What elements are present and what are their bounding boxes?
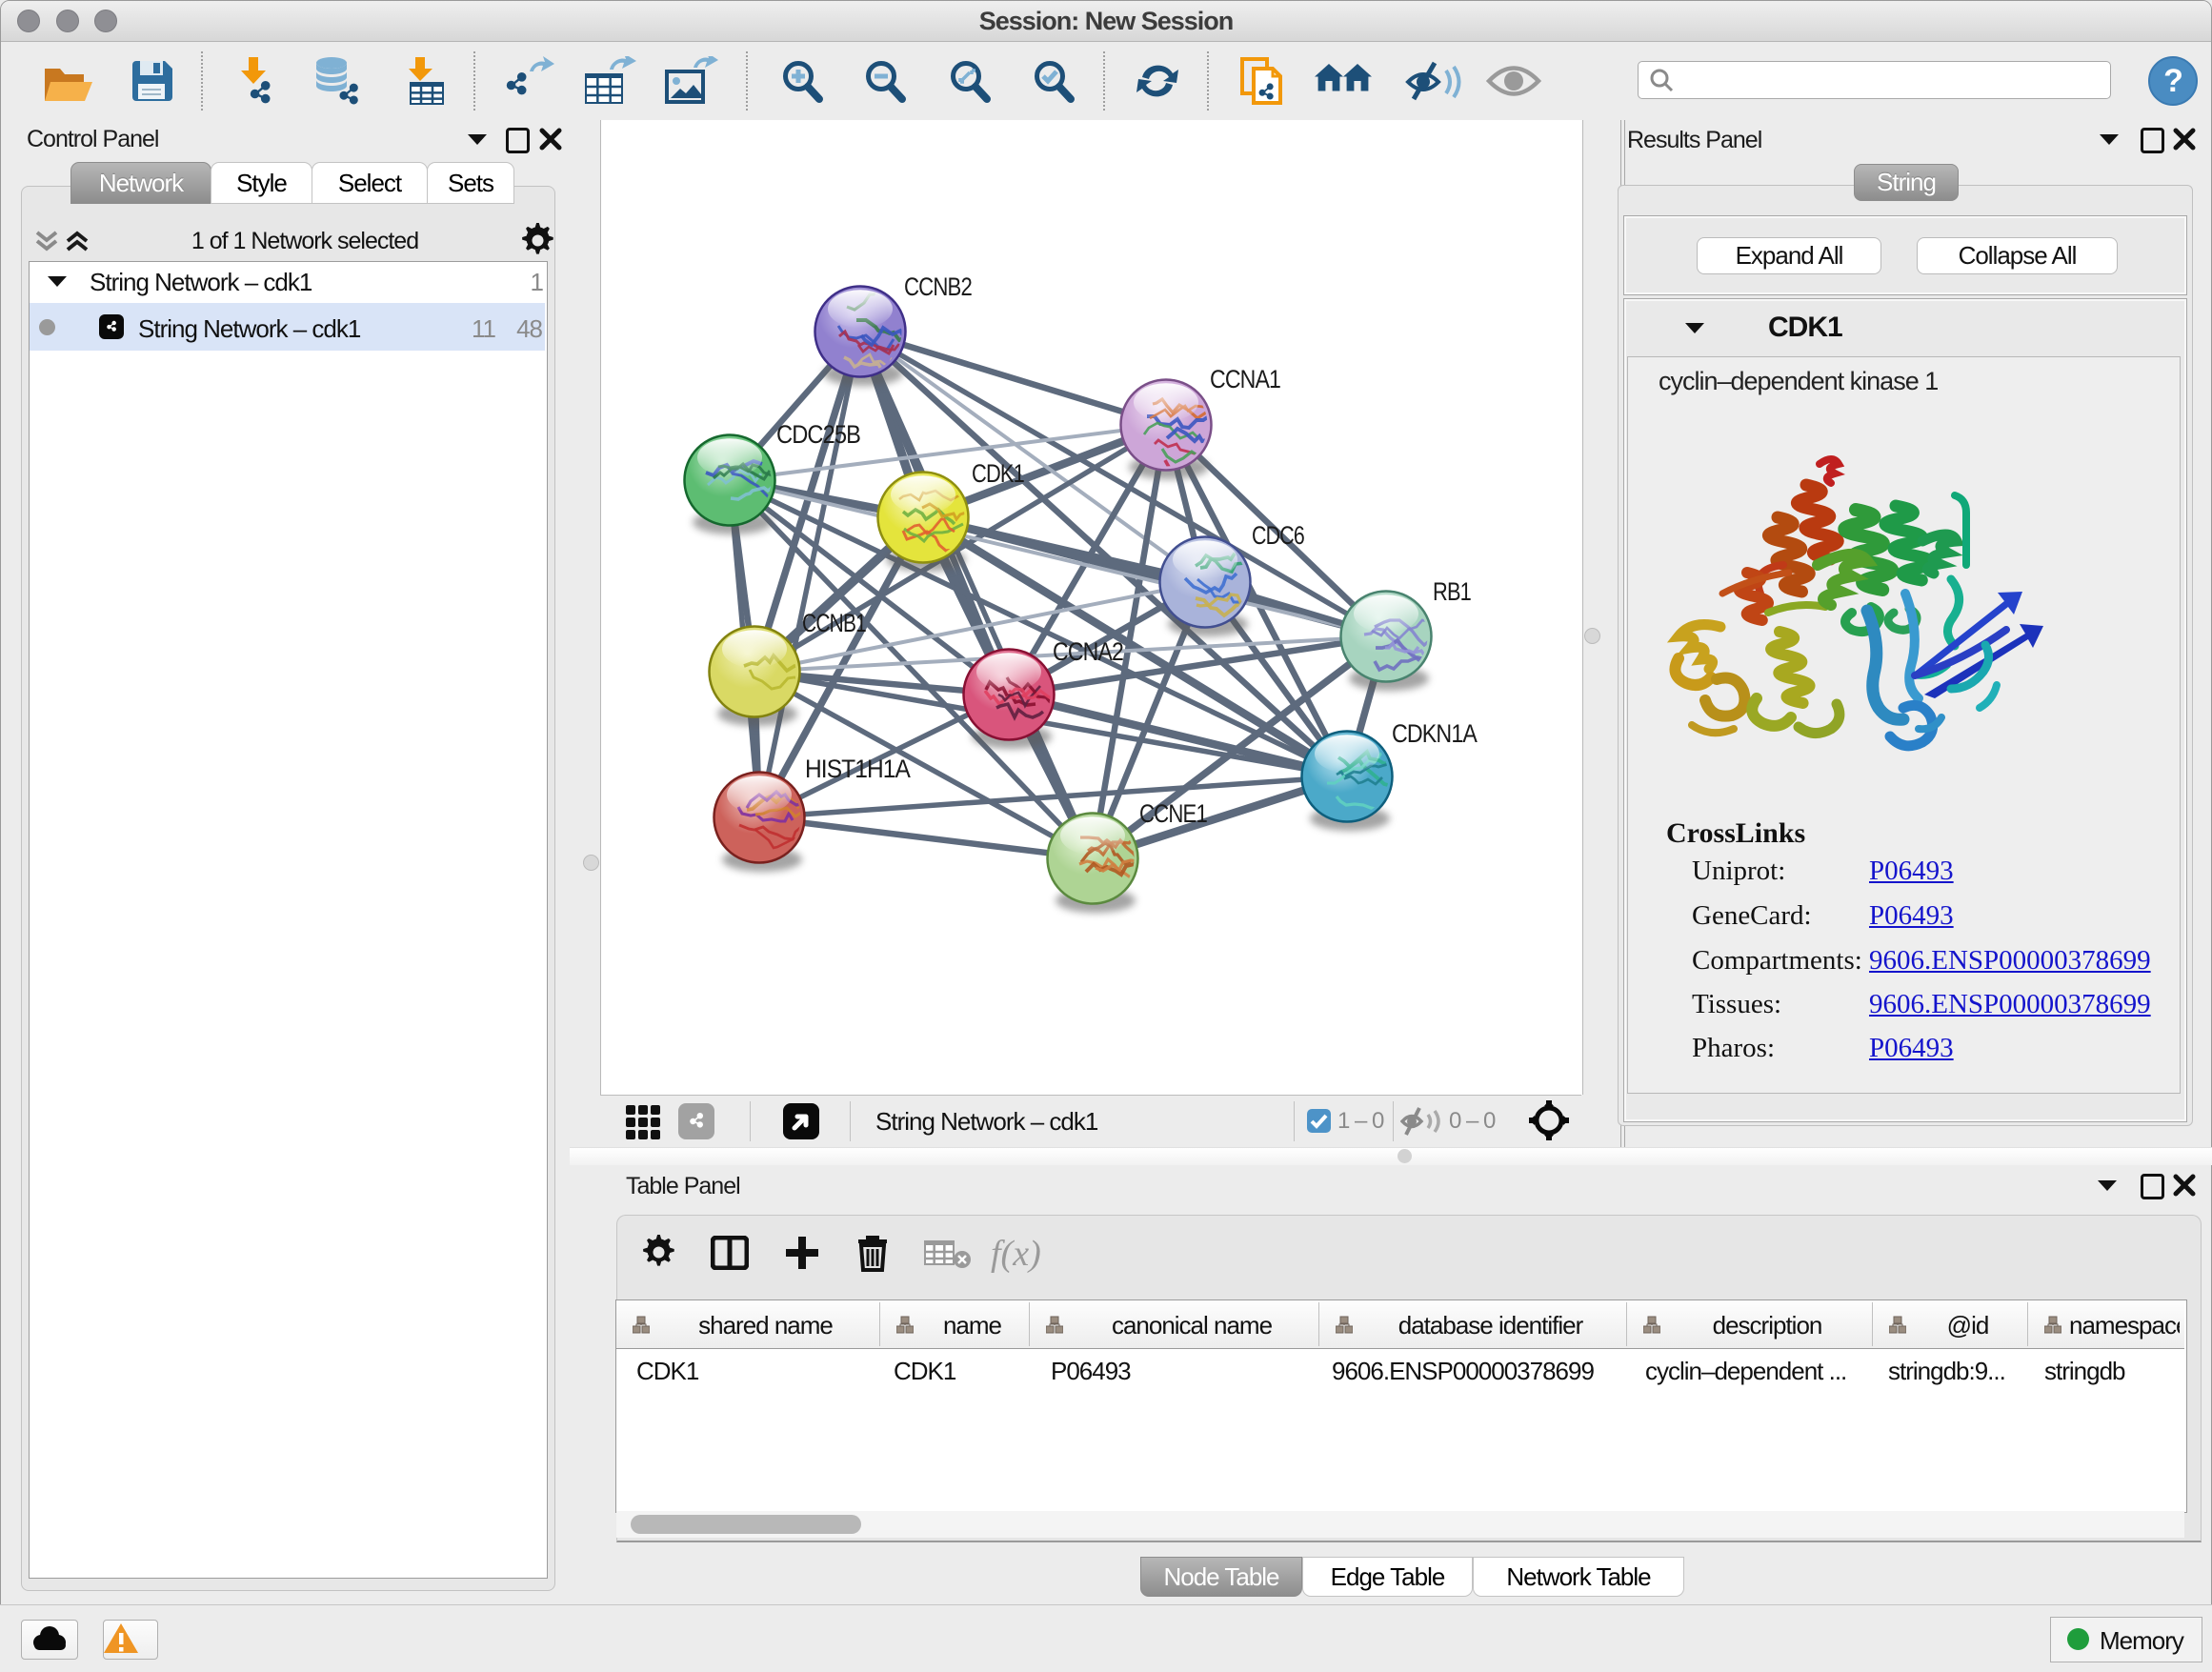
svg-text:CCNA2: CCNA2: [1053, 637, 1123, 666]
svg-text:CCNE1: CCNE1: [1139, 799, 1207, 828]
svg-text:CDC25B: CDC25B: [776, 420, 860, 449]
svg-text:CCNB1: CCNB1: [802, 609, 866, 637]
svg-text:RB1: RB1: [1433, 577, 1471, 606]
svg-text:CDK1: CDK1: [972, 459, 1024, 488]
svg-text:?: ?: [2163, 63, 2182, 99]
svg-text:CDKN1A: CDKN1A: [1392, 719, 1478, 748]
svg-text:HIST1H1A: HIST1H1A: [805, 755, 911, 783]
svg-text:CCNA1: CCNA1: [1210, 365, 1280, 393]
svg-text:CDC6: CDC6: [1252, 521, 1304, 550]
svg-text:CCNB2: CCNB2: [904, 272, 972, 301]
